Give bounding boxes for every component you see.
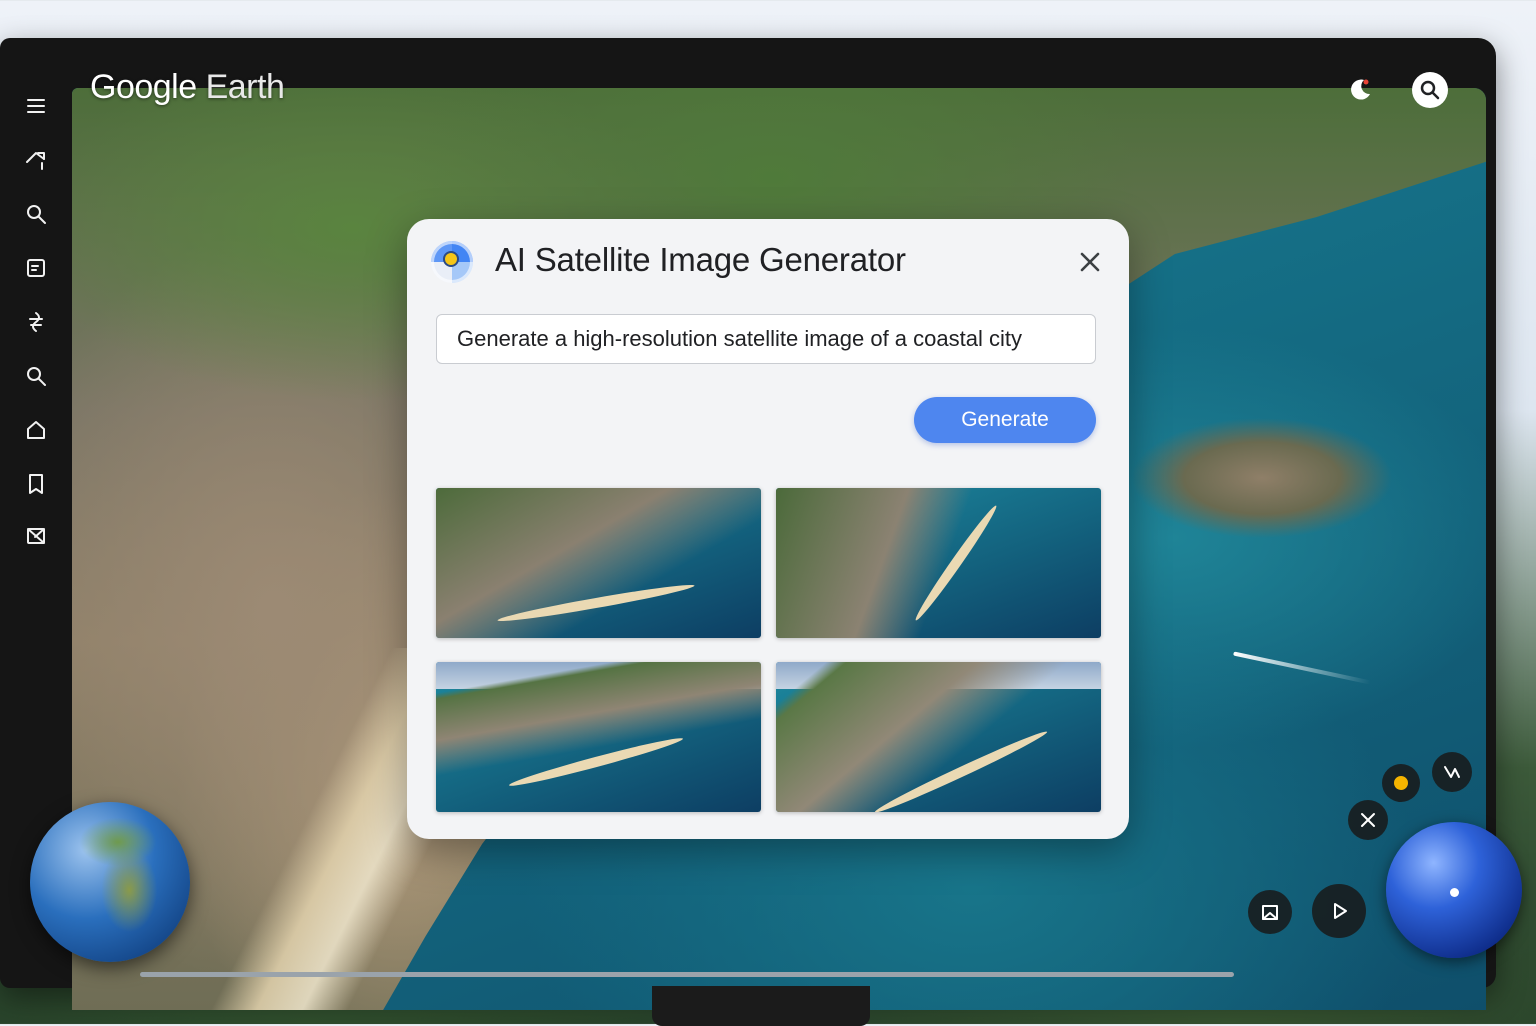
compass-icon[interactable] (1386, 822, 1522, 958)
bookmark-icon[interactable] (20, 468, 52, 500)
search-places-icon[interactable] (20, 360, 52, 392)
thumbnail-2[interactable] (776, 488, 1101, 638)
app-logo: Google Earth (90, 68, 285, 107)
timeline-scrollbar[interactable] (140, 972, 1234, 977)
thumbnail-1[interactable] (436, 488, 761, 638)
brand-earth: Earth (205, 68, 285, 106)
headland-area (1132, 418, 1392, 538)
voyager-icon[interactable] (20, 144, 52, 176)
prompt-input[interactable] (436, 314, 1096, 364)
dialog-title: AI Satellite Image Generator (495, 241, 906, 278)
search-icon[interactable] (20, 198, 52, 230)
map-style-icon[interactable] (20, 520, 52, 552)
compass-center (1450, 888, 1459, 897)
tools-icon[interactable] (1348, 800, 1388, 840)
thumbnail-4[interactable] (776, 662, 1101, 812)
measure-icon[interactable] (1432, 752, 1472, 792)
home-icon[interactable] (20, 414, 52, 446)
generate-button[interactable]: Generate (914, 397, 1096, 443)
close-icon[interactable] (1073, 245, 1107, 279)
thumbnail-3[interactable] (436, 662, 761, 812)
menu-icon[interactable] (20, 90, 52, 122)
monitor-stand (652, 986, 870, 1026)
projects-icon[interactable] (20, 252, 52, 284)
pegman-icon[interactable] (1382, 764, 1420, 802)
brand-google: Google (90, 68, 197, 106)
account-icon[interactable] (1342, 72, 1378, 108)
search-top-icon[interactable] (1412, 72, 1448, 108)
ai-generator-logo-icon (431, 241, 473, 283)
play-icon[interactable] (1312, 884, 1366, 938)
feeling-lucky-icon[interactable] (20, 306, 52, 338)
ai-generator-dialog: AI Satellite Image Generator Generate (407, 219, 1129, 839)
globe-icon[interactable] (30, 802, 190, 962)
photo-mode-icon[interactable] (1248, 890, 1292, 934)
